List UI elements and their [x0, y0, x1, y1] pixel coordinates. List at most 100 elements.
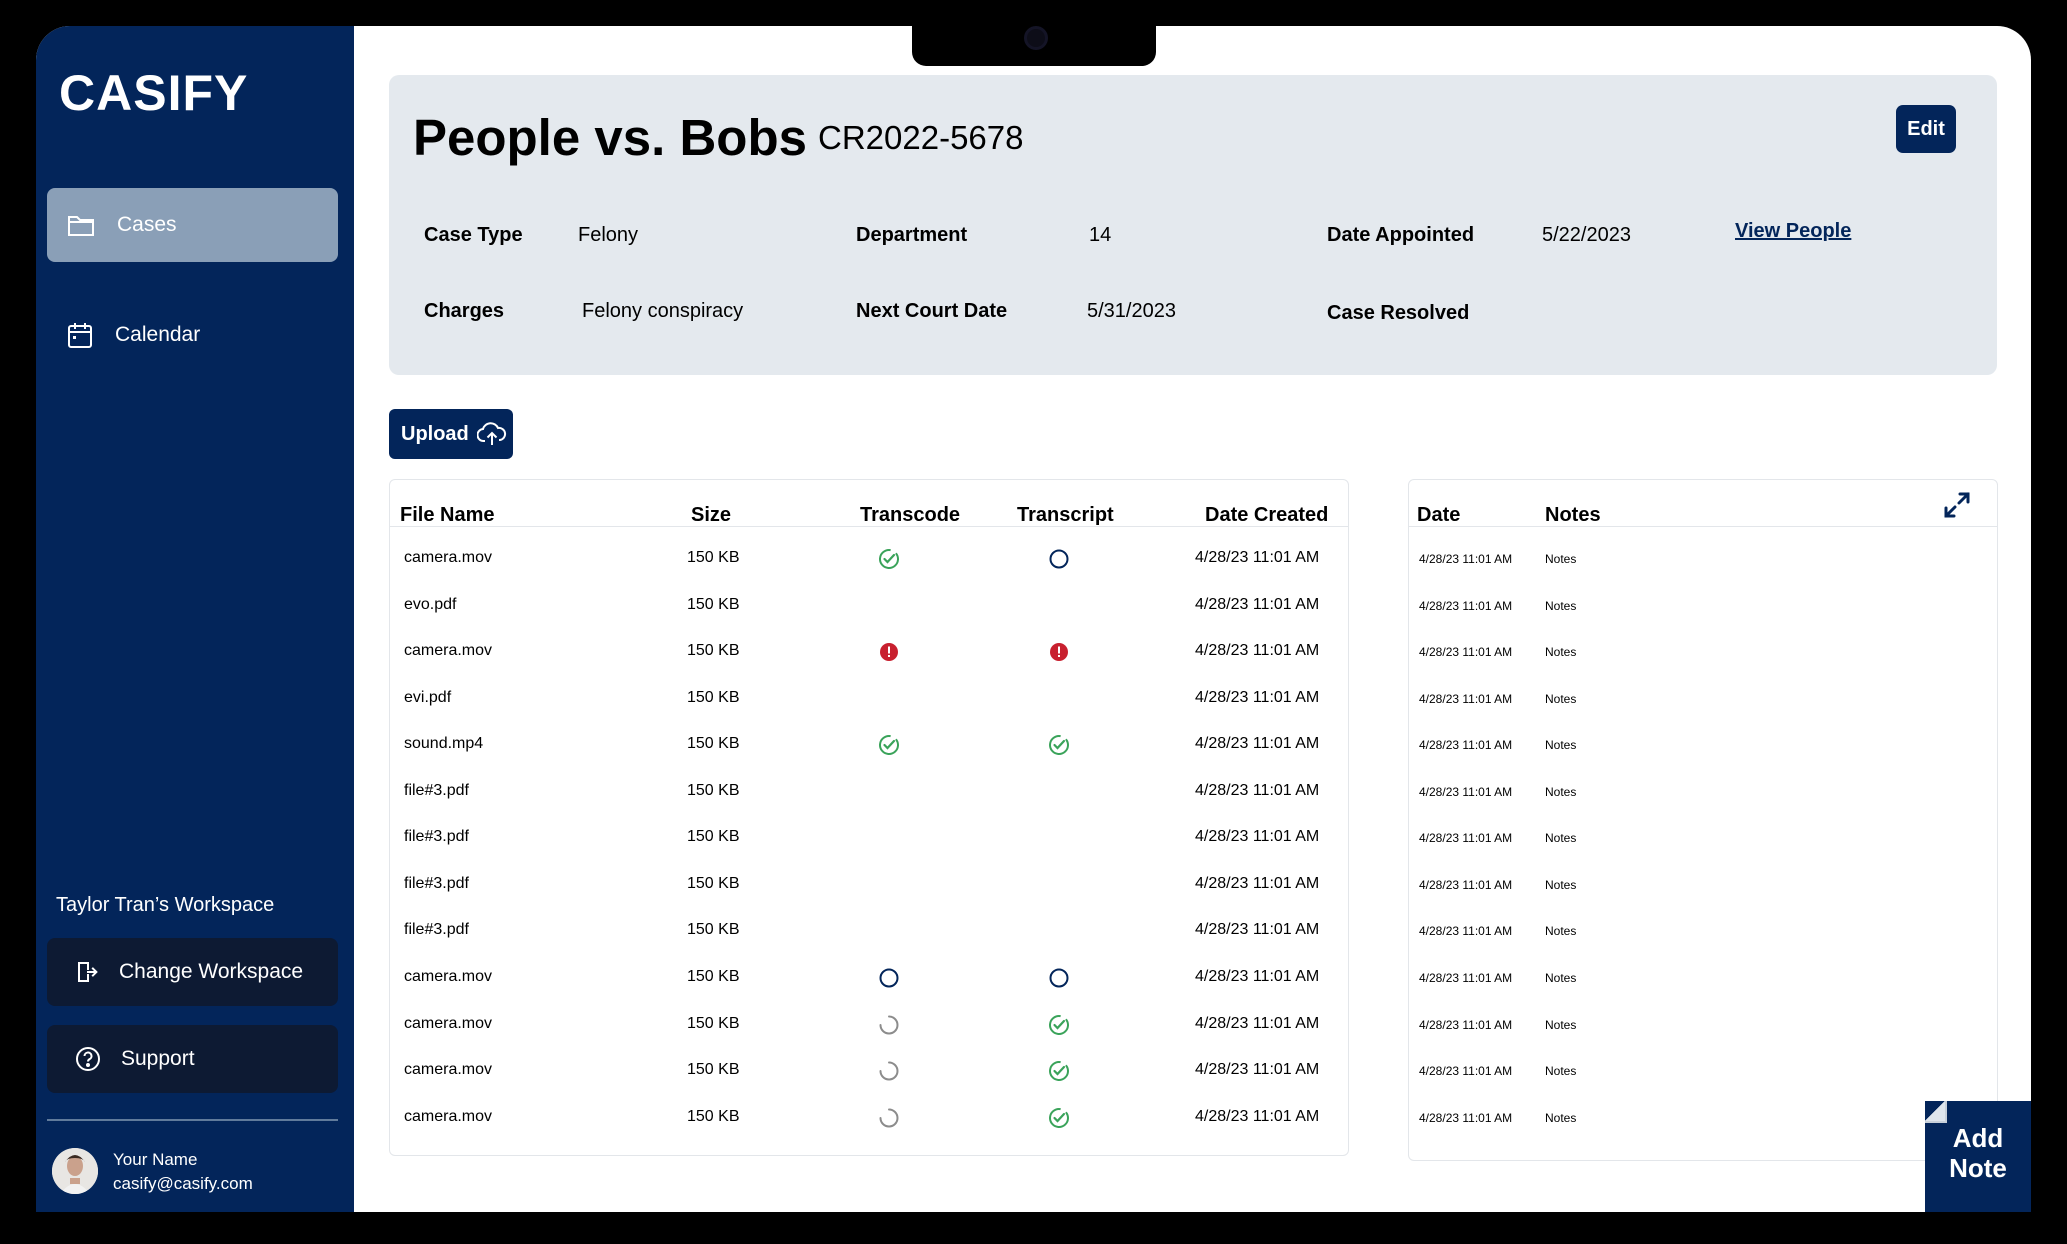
folder-icon [68, 216, 94, 236]
table-row[interactable]: camera.mov 150 KB 4/28/23 11:01 AM [390, 1002, 1348, 1048]
transcode-status-done-icon [879, 549, 899, 569]
note-date: 4/28/23 11:01 AM [1419, 645, 1513, 660]
column-header-size[interactable]: Size [691, 504, 731, 527]
table-row[interactable]: camera.mov 150 KB 4/28/23 11:01 AM [390, 1048, 1348, 1094]
charges-label: Charges [424, 300, 505, 322]
table-header-divider [390, 526, 1348, 527]
note-text: Notes [1545, 877, 1577, 892]
note-date: 4/28/23 11:01 AM [1419, 1064, 1513, 1079]
table-row[interactable]: sound.mp4 150 KB 4/28/23 11:01 AM [390, 722, 1348, 768]
file-name[interactable]: camera.mov [404, 968, 492, 986]
list-item[interactable]: 4/28/23 11:01 AM Notes [1409, 536, 1997, 582]
list-item[interactable]: 4/28/23 11:01 AM Notes [1409, 815, 1997, 861]
transcode-status-loading-icon [879, 1061, 899, 1081]
list-item[interactable]: 4/28/23 11:01 AM Notes [1409, 908, 1997, 954]
file-size: 150 KB [687, 781, 740, 799]
change-workspace-label: Change Workspace [119, 960, 304, 983]
edit-button[interactable]: Edit [1896, 105, 1956, 153]
list-item[interactable]: 4/28/23 11:01 AM Notes [1409, 1095, 1997, 1141]
column-header-file-name[interactable]: File Name [400, 504, 494, 527]
date-created: 4/28/23 11:01 AM [1195, 1107, 1320, 1125]
workspace-label: Taylor Tran’s Workspace [56, 894, 275, 916]
note-text: Notes [1545, 552, 1577, 566]
list-item[interactable]: 4/28/23 11:01 AM Notes [1409, 583, 1997, 629]
note-text: Notes [1545, 970, 1577, 985]
file-name[interactable]: file#3.pdf [404, 828, 469, 846]
avatar[interactable] [52, 1148, 98, 1194]
transcode-status-pending-icon [879, 968, 899, 988]
table-row[interactable]: evo.pdf 150 KB 4/28/23 11:01 AM [390, 583, 1348, 629]
column-header-date[interactable]: Date [1417, 504, 1460, 527]
column-header-date-created[interactable]: Date Created [1205, 504, 1328, 527]
note-date: 4/28/23 11:01 AM [1419, 598, 1513, 613]
table-row[interactable]: file#3.pdf 150 KB 4/28/23 11:01 AM [390, 908, 1348, 954]
file-size: 150 KB [687, 921, 740, 939]
file-name[interactable]: evi.pdf [404, 689, 451, 707]
table-row[interactable]: camera.mov 150 KB 4/28/23 11:01 AM [390, 536, 1348, 582]
app-logo[interactable]: CASIFY [59, 64, 248, 122]
list-item[interactable]: 4/28/23 11:01 AM Notes [1409, 1002, 1997, 1048]
file-name[interactable]: camera.mov [404, 549, 492, 567]
table-row[interactable]: evi.pdf 150 KB 4/28/23 11:01 AM [390, 676, 1348, 722]
list-item[interactable]: 4/28/23 11:01 AM Notes [1409, 629, 1997, 675]
expand-icon[interactable] [1943, 491, 1971, 519]
upload-button[interactable]: Upload [389, 409, 513, 459]
camera-icon [1024, 26, 1048, 50]
table-row[interactable]: camera.mov 150 KB 4/28/23 11:01 AM [390, 955, 1348, 1001]
table-row[interactable]: file#3.pdf 150 KB 4/28/23 11:01 AM [390, 815, 1348, 861]
column-header-notes[interactable]: Notes [1545, 504, 1601, 527]
support-button[interactable]: Support [47, 1025, 338, 1093]
page-fold-icon [1925, 1101, 1947, 1123]
file-name[interactable]: camera.mov [404, 1061, 492, 1079]
table-row[interactable]: file#3.pdf 150 KB 4/28/23 11:01 AM [390, 862, 1348, 908]
sidebar-item-label: Calendar [115, 323, 201, 346]
list-item[interactable]: 4/28/23 11:01 AM Notes [1409, 769, 1997, 815]
file-size: 150 KB [687, 828, 740, 846]
file-name[interactable]: sound.mp4 [404, 735, 483, 753]
table-row[interactable]: camera.mov 150 KB 4/28/23 11:01 AM [390, 629, 1348, 675]
add-note-button[interactable]: Add Note [1925, 1101, 2031, 1212]
date-created: 4/28/23 11:01 AM [1195, 642, 1320, 660]
notes-table: Date Notes 4/28/23 11:01 AM Notes 4/28/23 … [1408, 479, 1998, 1161]
file-size: 150 KB [687, 874, 740, 892]
file-name[interactable]: camera.mov [404, 1108, 492, 1126]
file-size: 150 KB [687, 1061, 740, 1079]
column-header-transcode[interactable]: Transcode [860, 504, 960, 527]
note-date: 4/28/23 11:01 AM [1419, 1017, 1513, 1032]
list-item[interactable]: 4/28/23 11:01 AM Notes [1409, 722, 1997, 768]
sidebar-item-cases[interactable]: Cases [47, 188, 338, 262]
file-name[interactable]: camera.mov [404, 1015, 492, 1033]
date-created: 4/28/23 11:01 AM [1195, 781, 1320, 799]
file-name[interactable]: file#3.pdf [404, 921, 469, 939]
transcript-status-error-icon [1050, 643, 1068, 662]
file-name[interactable]: file#3.pdf [404, 782, 469, 800]
file-size: 150 KB [687, 595, 740, 613]
charges-value: Felony conspiracy [582, 300, 744, 322]
file-name[interactable]: evo.pdf [404, 596, 456, 614]
list-item[interactable]: 4/28/23 11:01 AM Notes [1409, 1048, 1997, 1094]
note-text: Notes [1545, 924, 1577, 939]
list-item[interactable]: 4/28/23 11:01 AM Notes [1409, 955, 1997, 1001]
column-header-transcript[interactable]: Transcript [1017, 504, 1114, 527]
sidebar-item-calendar[interactable]: Calendar [47, 298, 338, 372]
sidebar: CASIFY Cases Calendar Taylor Tran’s Work… [36, 26, 354, 1212]
file-name[interactable]: file#3.pdf [404, 875, 469, 893]
file-name[interactable]: camera.mov [404, 642, 492, 660]
note-date: 4/28/23 11:01 AM [1419, 738, 1513, 753]
note-text: Notes [1545, 784, 1577, 799]
case-type-label: Case Type [424, 224, 523, 246]
transcript-status-done-icon [1049, 735, 1069, 756]
table-row[interactable]: file#3.pdf 150 KB 4/28/23 11:01 AM [390, 769, 1348, 815]
list-item[interactable]: 4/28/23 11:01 AM Notes [1409, 862, 1997, 908]
change-workspace-button[interactable]: Change Workspace [47, 938, 338, 1006]
transcode-status-error-icon [880, 643, 898, 662]
view-people-link[interactable]: View People [1735, 220, 1851, 243]
note-text: Notes [1545, 1110, 1577, 1125]
files-table: File Name Size Transcode Transcript Date… [389, 479, 1349, 1156]
date-created: 4/28/23 11:01 AM [1195, 549, 1320, 566]
note-text: Notes [1545, 1064, 1577, 1079]
list-item[interactable]: 4/28/23 11:01 AM Notes [1409, 676, 1997, 722]
date-created: 4/28/23 11:01 AM [1195, 828, 1320, 846]
table-row[interactable]: camera.mov 150 KB 4/28/23 11:01 AM [390, 1095, 1348, 1141]
transcript-status-pending-icon [1049, 549, 1069, 569]
